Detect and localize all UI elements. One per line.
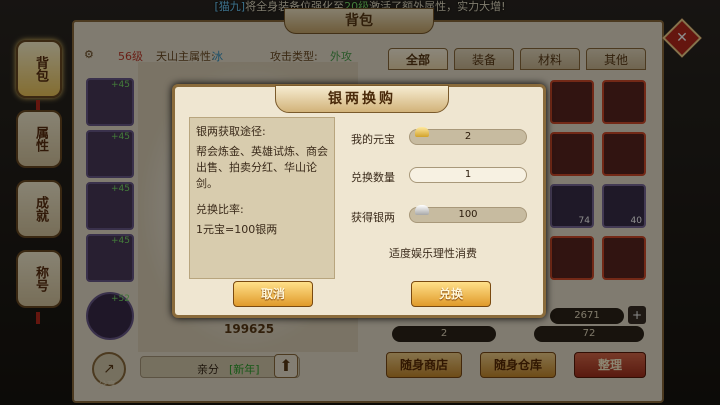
moderate-play-note: 适度娱乐理性消费 — [389, 247, 477, 260]
my-yuanbao-label: 我的元宝 — [351, 133, 395, 146]
exchange-qty-input[interactable]: 1 — [409, 167, 527, 183]
ratio-text: 1元宝=100银两 — [196, 223, 278, 236]
gold-ingot-icon — [415, 127, 429, 137]
silver-ingot-icon — [415, 205, 429, 215]
exchange-qty-label: 兑换数量 — [351, 171, 395, 184]
ways-title: 银两获取途径: — [196, 125, 266, 138]
ways-text: 帮会炼金、英雄试炼、商会出售、拍卖分红、华山论剑。 — [196, 145, 328, 190]
ratio-title: 兑换比率: — [196, 203, 244, 216]
cancel-button[interactable]: 取消 — [233, 281, 313, 307]
dialog-title: 银两换购 — [275, 85, 449, 113]
silver-exchange-dialog: 银两换购 银两获取途径: 帮会炼金、英雄试炼、商会出售、拍卖分红、华山论剑。 兑… — [172, 84, 546, 318]
exchange-button[interactable]: 兑换 — [411, 281, 491, 307]
acquire-info-box: 银两获取途径: 帮会炼金、英雄试炼、商会出售、拍卖分红、华山论剑。 兑换比率: … — [189, 117, 335, 279]
silver-gain-label: 获得银两 — [351, 211, 395, 224]
